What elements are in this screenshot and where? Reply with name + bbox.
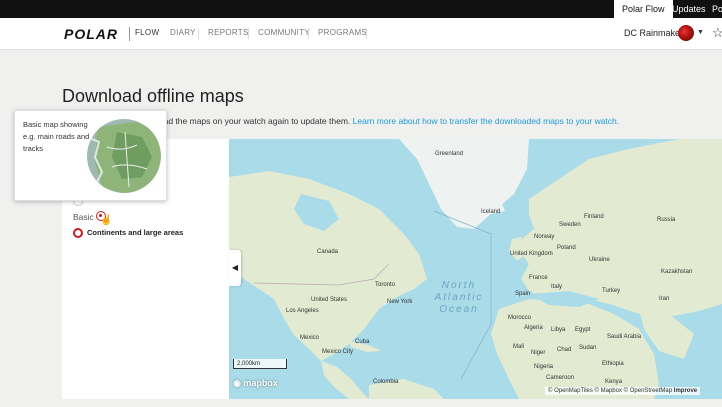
label-chad: Chad (557, 347, 572, 353)
label-russia: Russia (657, 217, 676, 223)
continents-label[interactable]: Continents and large areas (87, 228, 183, 237)
label-norway: Norway (534, 234, 555, 240)
label-mexico: Mexico (300, 335, 320, 341)
label-algeria: Algeria (524, 325, 543, 331)
north-america-landmass (229, 171, 427, 361)
nav-community[interactable]: COMMUNITY (258, 28, 310, 37)
nav-programs[interactable]: PROGRAMS (318, 28, 367, 37)
tab-more[interactable]: Po (704, 0, 722, 18)
chevron-left-icon: ◀ (231, 263, 239, 272)
nav-diary[interactable]: DIARY (170, 28, 196, 37)
label-sudan: Sudan (579, 345, 597, 351)
label-italy: Italy (551, 284, 563, 290)
nav-reports[interactable]: REPORTS (208, 28, 249, 37)
label-mali: Mali (513, 344, 525, 350)
polar-logo[interactable]: POLAR (64, 26, 118, 42)
nav-divider (308, 28, 309, 39)
label-spain: Spain (515, 291, 531, 297)
cursor-icon: ☝ (100, 215, 113, 226)
label-libya: Libya (551, 327, 566, 333)
label-toronto: Toronto (375, 282, 396, 288)
label-canada: Canada (317, 249, 339, 255)
label-niger: Niger (531, 350, 546, 356)
label-greenland: Greenland (435, 151, 464, 157)
label-france: France (529, 275, 548, 281)
continents-radio[interactable] (73, 228, 83, 238)
label-kazakhstan: Kazakhstan (661, 269, 693, 275)
improve-link[interactable]: Improve (674, 388, 697, 394)
world-map[interactable]: Greenland Iceland Sweden Finland Norway … (229, 139, 722, 399)
label-colombia: Colombia (373, 379, 399, 385)
label-nigeria: Nigeria (534, 364, 554, 370)
label-new-york: New York (387, 299, 413, 305)
attribution-text[interactable]: © OpenMapTiles © Mapbox © OpenStreetMap (548, 388, 672, 394)
star-icon[interactable]: ☆ (712, 25, 722, 41)
label-morocco: Morocco (508, 315, 532, 321)
main-nav: POLAR FLOW DIARY REPORTS COMMUNITY PROGR… (0, 18, 722, 50)
collapse-panel-button[interactable]: ◀ (229, 250, 241, 286)
learn-more-link[interactable]: Learn more about how to transfer the dow… (353, 116, 620, 126)
mapbox-logo[interactable]: ◉ mapbox (233, 378, 278, 389)
label-iran: Iran (659, 296, 670, 302)
map-scale: 2,000km (233, 359, 287, 369)
label-sweden: Sweden (559, 222, 581, 228)
label-iceland: Iceland (481, 209, 501, 215)
top-bar: Polar Flow Updates Po (0, 0, 722, 18)
label-cuba: Cuba (355, 339, 370, 345)
label-united-kingdom: United Kingdom (510, 251, 553, 257)
intro-description: load the maps on your watch again to upd… (157, 116, 351, 126)
central-america-landmass (321, 361, 369, 399)
label-mexico-city: Mexico City (322, 349, 354, 355)
logo-divider (129, 27, 130, 41)
label-saudi-arabia: Saudi Arabia (607, 334, 642, 340)
nav-divider (366, 28, 367, 39)
label-united-states: United States (311, 297, 348, 303)
label-los-angeles: Los Angeles (286, 308, 319, 314)
greenland-landmass (399, 139, 529, 229)
label-finland: Finland (584, 214, 604, 220)
chevron-down-icon[interactable]: ▼ (697, 29, 704, 36)
nav-flow[interactable]: FLOW (135, 28, 159, 37)
label-cameroon: Cameroon (546, 375, 575, 381)
map-canvas (229, 139, 722, 399)
page-title: Download offline maps (62, 86, 244, 106)
intro-text: load the maps on your watch again to upd… (157, 116, 619, 126)
label-ukraine: Ukraine (589, 257, 610, 263)
basic-label: Basic (73, 212, 94, 222)
label-poland: Poland (557, 245, 576, 251)
label-egypt: Egypt (575, 327, 591, 333)
user-name[interactable]: DC Rainmaker (624, 28, 683, 38)
label-kenya: Kenya (605, 379, 623, 385)
map-attribution: © OpenMapTiles © Mapbox © OpenStreetMap … (545, 387, 701, 395)
nav-divider (248, 28, 249, 39)
label-turkey: Turkey (602, 288, 621, 294)
basic-map-tooltip: Basic map showing e.g. main roads and tr… (14, 110, 167, 201)
europe-asia-landmass (519, 139, 722, 317)
label-ethiopia: Ethiopia (602, 361, 624, 367)
avatar[interactable] (678, 25, 694, 41)
map-preview-image (87, 119, 161, 193)
label-north-atlantic-ocean: North Atlantic Ocean (434, 280, 484, 315)
tooltip-text: Basic map showing e.g. main roads and tr… (23, 120, 90, 153)
nav-divider (198, 28, 199, 39)
